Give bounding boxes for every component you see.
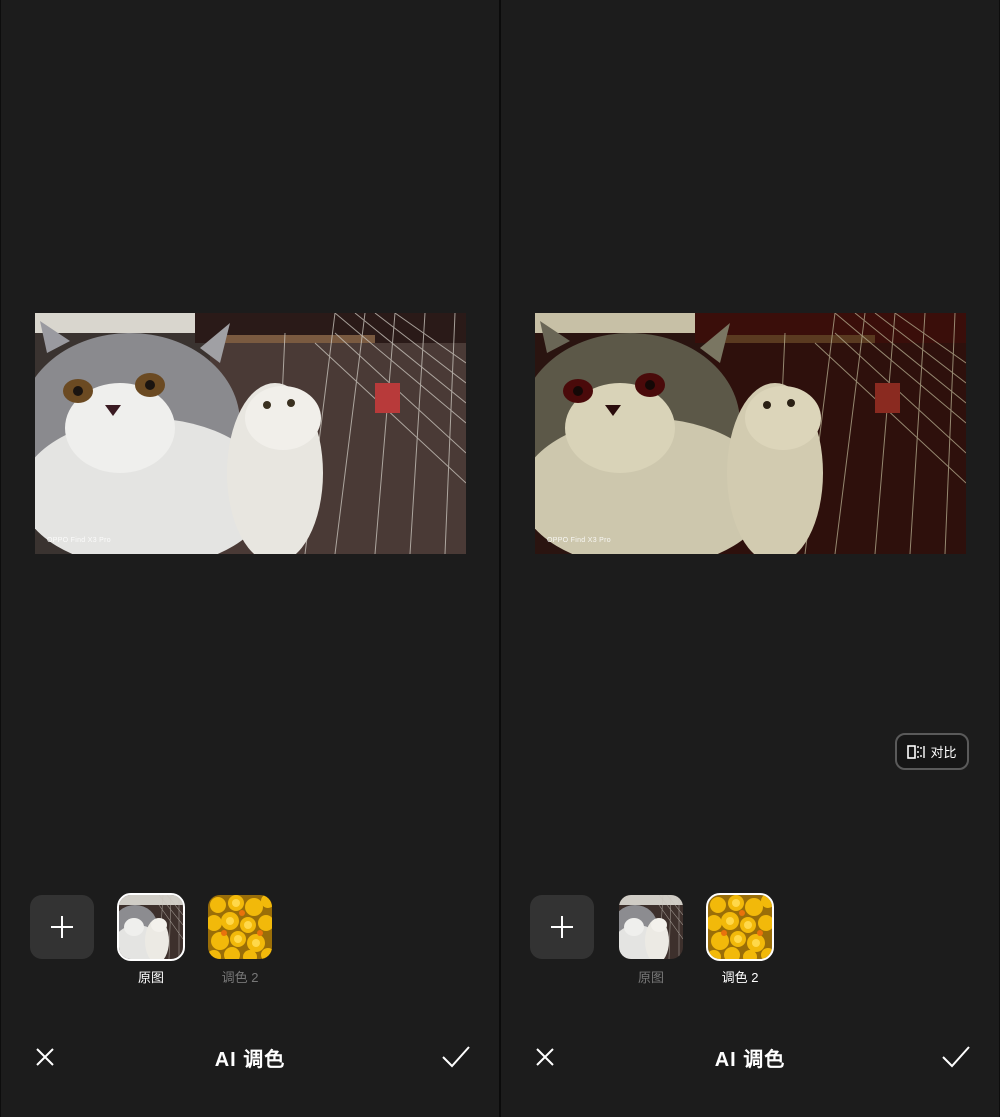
add-filter-button[interactable]: [30, 895, 94, 959]
filter-thumb-color2[interactable]: [706, 893, 774, 961]
page-title: AI 调色: [714, 1049, 786, 1071]
filter-thumb-original[interactable]: [117, 893, 185, 961]
page-title: AI 调色: [214, 1049, 286, 1071]
filter-label-color2: 调色 2: [221, 970, 259, 985]
check-icon[interactable]: [941, 1044, 971, 1070]
photo-preview[interactable]: OPPO Find X3 Pro: [535, 313, 966, 554]
camera-watermark: OPPO Find X3 Pro: [47, 537, 111, 544]
editor-screen-color2: OPPO Find X3 Pro 对比 原图 调色 2 AI 调色: [501, 0, 999, 1117]
filter-thumb-original[interactable]: [619, 895, 683, 959]
compare-button[interactable]: 对比: [895, 733, 969, 770]
add-filter-button[interactable]: [530, 895, 594, 959]
bottom-bar: AI 调色: [501, 1030, 999, 1084]
photo-preview[interactable]: OPPO Find X3 Pro: [35, 313, 466, 554]
plus-icon: [551, 916, 573, 938]
compare-label: 对比: [930, 745, 957, 760]
plus-icon: [51, 916, 73, 938]
editor-screen-original: OPPO Find X3 Pro 原图 调色 2 AI 调色: [1, 0, 499, 1117]
comparison-screens: OPPO Find X3 Pro 原图 调色 2 AI 调色 OPPO Find…: [0, 0, 1000, 1117]
filter-label-original: 原图: [637, 970, 664, 985]
check-icon[interactable]: [441, 1044, 471, 1070]
filter-thumb-color2[interactable]: [208, 895, 272, 959]
filter-label-original: 原图: [137, 970, 164, 985]
compare-icon: [907, 744, 926, 759]
filter-label-color2: 调色 2: [721, 970, 759, 985]
camera-watermark: OPPO Find X3 Pro: [547, 537, 611, 544]
bottom-bar: AI 调色: [1, 1030, 499, 1084]
